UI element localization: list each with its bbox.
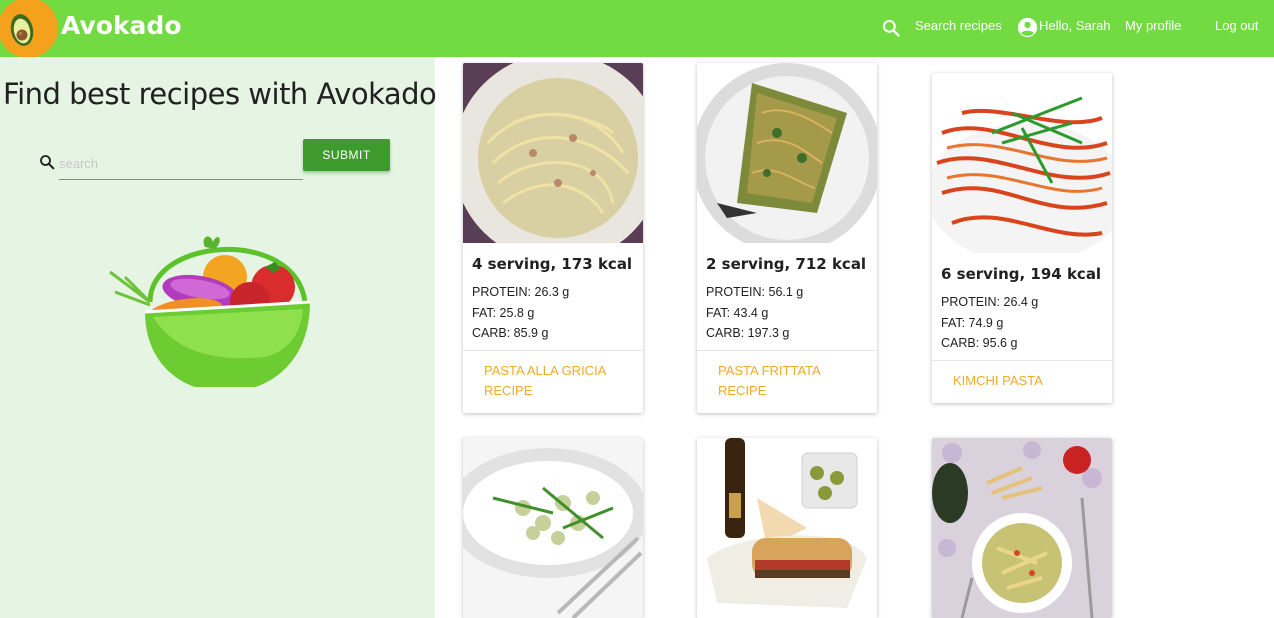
recipe-card: 2 serving, 712 kcal PROTEIN: 56.1 g FAT:… bbox=[697, 63, 877, 413]
recipe-image[interactable] bbox=[697, 438, 877, 618]
page-headline: Find best recipes with Avokado bbox=[3, 77, 437, 111]
recipe-card bbox=[463, 438, 643, 618]
submit-button[interactable]: SUBMIT bbox=[303, 139, 390, 171]
protein-value: PROTEIN: 56.1 g bbox=[706, 285, 804, 299]
search-icon bbox=[40, 155, 55, 170]
recipe-summary: 6 serving, 194 kcal bbox=[941, 265, 1102, 283]
search-input[interactable] bbox=[59, 147, 303, 180]
carb-value: CARB: 85.9 g bbox=[472, 326, 549, 340]
brand-title: Avokado bbox=[61, 11, 182, 40]
fat-value: FAT: 43.4 g bbox=[706, 305, 769, 320]
account-circle-icon bbox=[1017, 17, 1038, 42]
log-out-link[interactable]: Log out bbox=[1215, 18, 1258, 33]
my-profile-link[interactable]: My profile bbox=[1125, 18, 1181, 33]
protein-value: PROTEIN: 26.3 g bbox=[472, 285, 570, 299]
search-recipes-link[interactable]: Search recipes bbox=[915, 18, 1002, 33]
recipe-card: 6 serving, 194 kcal PROTEIN: 26.4 g FAT:… bbox=[932, 73, 1112, 403]
recipe-summary: 4 serving, 173 kcal bbox=[472, 255, 633, 273]
carb-value: CARB: 197.3 g bbox=[706, 326, 790, 340]
recipe-image[interactable] bbox=[463, 438, 643, 618]
recipe-summary: 2 serving, 712 kcal bbox=[706, 255, 867, 273]
recipe-image[interactable] bbox=[697, 63, 877, 243]
recipe-image[interactable] bbox=[463, 63, 643, 243]
greeting-text: Hello, Sarah bbox=[1039, 18, 1111, 33]
recipe-card bbox=[697, 438, 877, 618]
recipe-link[interactable]: PASTA ALLA GRICIA RECIPE bbox=[484, 361, 622, 401]
carb-value: CARB: 95.6 g bbox=[941, 336, 1018, 350]
fat-value: FAT: 25.8 g bbox=[472, 305, 535, 320]
search-icon[interactable] bbox=[881, 18, 901, 42]
avocado-icon bbox=[0, 0, 58, 58]
recipe-image[interactable] bbox=[932, 73, 1112, 253]
recipe-link[interactable]: PASTA FRITTATA RECIPE bbox=[718, 361, 856, 401]
search-field bbox=[38, 147, 303, 180]
protein-value: PROTEIN: 26.4 g bbox=[941, 295, 1039, 309]
recipe-card bbox=[932, 438, 1112, 618]
recipe-image[interactable] bbox=[932, 438, 1112, 618]
fruit-basket-icon bbox=[105, 217, 315, 392]
sidebar: Find best recipes with Avokado SUBMIT bbox=[0, 57, 437, 618]
fat-value: FAT: 74.9 g bbox=[941, 315, 1004, 330]
recipe-card: 4 serving, 173 kcal PROTEIN: 26.3 g FAT:… bbox=[463, 63, 643, 413]
top-app-bar: Avokado Search recipes Hello, Sarah My p… bbox=[0, 0, 1274, 58]
recipe-link[interactable]: KIMCHI PASTA bbox=[953, 371, 1091, 391]
